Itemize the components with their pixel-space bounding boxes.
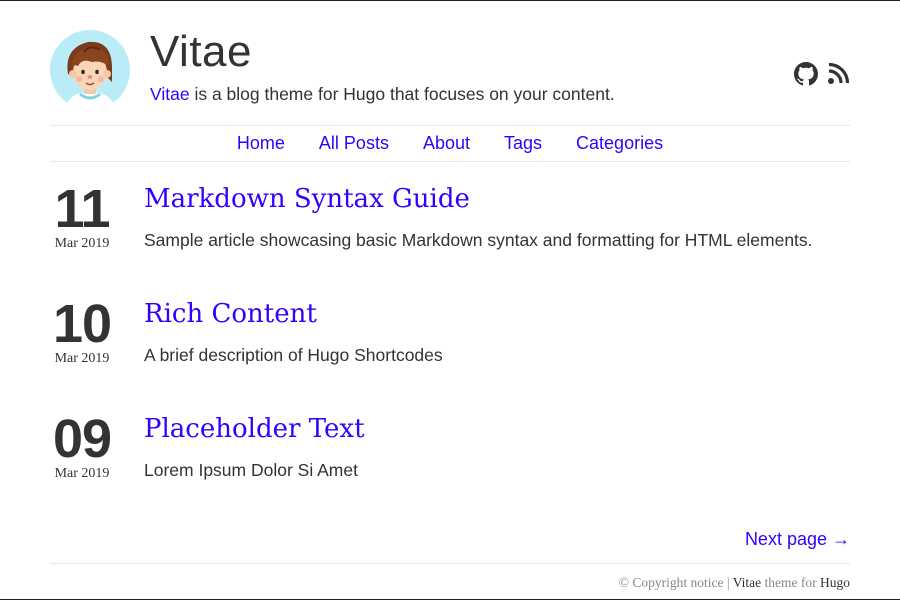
rss-icon[interactable]	[826, 62, 850, 86]
nav-tags[interactable]: Tags	[504, 133, 542, 154]
github-icon[interactable]	[794, 62, 818, 86]
post-item: 10 Mar 2019 Rich Content A brief descrip…	[50, 297, 850, 377]
site-title[interactable]: Vitae	[150, 27, 252, 77]
post-day: 10	[52, 294, 112, 354]
post-day: 11	[54, 179, 110, 239]
post-item: 11 Mar 2019 Markdown Syntax Guide Sample…	[50, 182, 850, 262]
post-summary: Sample article showcasing basic Markdown…	[144, 230, 813, 250]
site-footer: © Copyright notice | Vitae theme for Hug…	[50, 563, 850, 599]
post-summary: A brief description of Hugo Shortcodes	[144, 345, 443, 365]
page-container: Vitae Vitae is a blog theme for Hugo tha…	[50, 0, 850, 600]
footer-hugo-link[interactable]: Hugo	[820, 575, 850, 590]
nav-all-posts[interactable]: All Posts	[319, 133, 389, 154]
post-title-link[interactable]: Rich Content	[144, 299, 317, 329]
post-title-link[interactable]: Placeholder Text	[144, 414, 365, 444]
social-links	[794, 62, 850, 86]
avatar-illustration-icon	[50, 30, 130, 110]
post-month: Mar 2019	[54, 236, 110, 251]
site-header: Vitae Vitae is a blog theme for Hugo tha…	[50, 27, 850, 112]
footer-theme-link[interactable]: Vitae	[733, 575, 761, 590]
post-title-link[interactable]: Markdown Syntax Guide	[144, 184, 470, 214]
footer-theme-for: theme for	[761, 575, 820, 590]
post-day: 09	[52, 409, 112, 469]
avatar[interactable]	[50, 30, 130, 110]
tagline-text: is a blog theme for Hugo that focuses on…	[189, 84, 615, 104]
nav-categories[interactable]: Categories	[576, 133, 663, 154]
nav-about[interactable]: About	[423, 133, 470, 154]
post-summary: Lorem Ipsum Dolor Si Amet	[144, 460, 358, 480]
tagline-link[interactable]: Vitae	[150, 84, 190, 104]
post-month: Mar 2019	[54, 466, 110, 481]
nav-home[interactable]: Home	[237, 133, 285, 154]
next-page-link[interactable]: Next page →	[745, 529, 850, 550]
site-tagline: Vitae is a blog theme for Hugo that focu…	[150, 84, 615, 105]
copyright-notice: © Copyright notice |	[618, 575, 733, 590]
main-nav: Home All Posts About Tags Categories	[50, 125, 850, 162]
post-item: 09 Mar 2019 Placeholder Text Lorem Ipsum…	[50, 412, 850, 492]
post-month: Mar 2019	[54, 351, 110, 366]
